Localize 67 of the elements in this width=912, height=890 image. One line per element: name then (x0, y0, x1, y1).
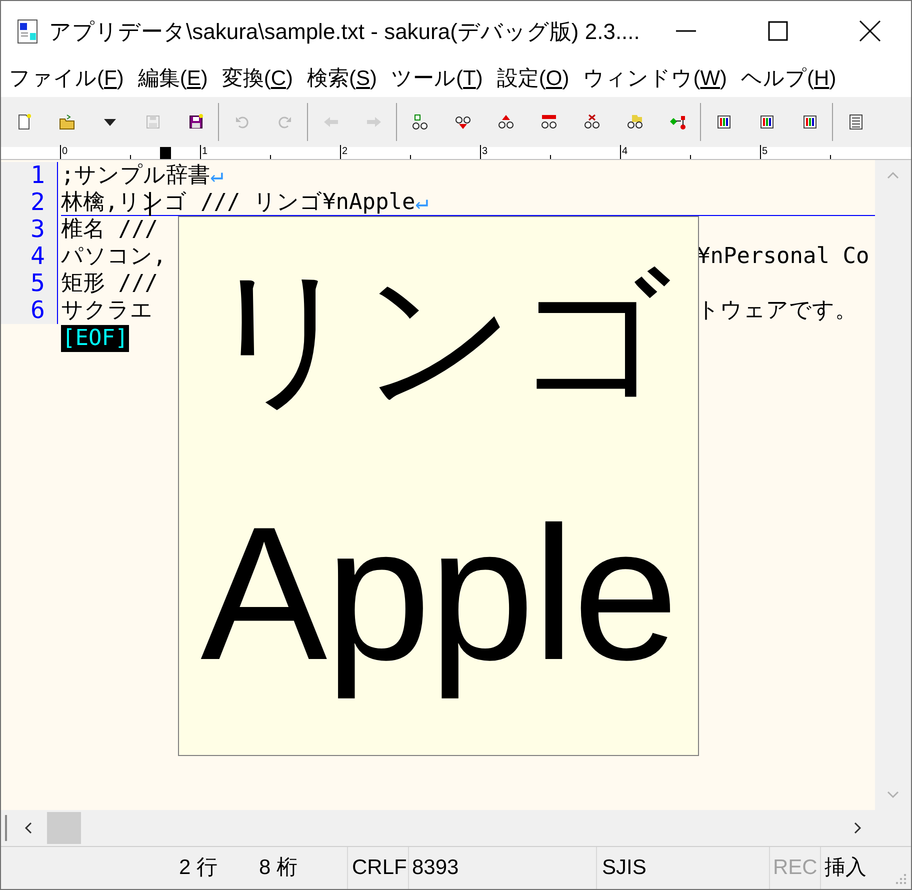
menu-item[interactable]: ウィンドウ(W) (583, 63, 728, 95)
menu-item[interactable]: ファイル(F) (9, 63, 124, 95)
undo-icon (234, 114, 250, 130)
floppy-icon (144, 114, 160, 130)
glasses-icon (498, 114, 514, 130)
input-mode: 挿入 (820, 847, 872, 889)
ruler-number: 0 (60, 145, 68, 159)
line-number: 5 (30, 270, 46, 297)
code-line: 椎名 /// (61, 216, 158, 243)
column-indicator: 8 桁 (259, 855, 299, 882)
line-ending: CRLF (347, 847, 408, 889)
menu-item[interactable]: 設定(O) (496, 63, 570, 95)
code-line: パソコン, (61, 243, 166, 270)
code-line: トウェアです。 (697, 297, 857, 324)
popup-reading: リンゴ (204, 261, 672, 413)
line-number: 2 (30, 189, 46, 216)
line-number: 1 (30, 162, 46, 189)
menu-item[interactable]: ツール(T) (391, 63, 483, 95)
glasses-icon (584, 114, 600, 130)
row-indicator: 2 行 (179, 855, 219, 882)
eof-marker: [EOF] (61, 325, 130, 352)
list-icon (848, 114, 864, 130)
arrow-left-icon (322, 114, 338, 130)
code-line: 矩形 /// (61, 270, 158, 297)
arrow-right-icon (366, 114, 382, 130)
notepad-icon (17, 18, 39, 44)
folder-icon (58, 114, 74, 130)
glasses-icon (412, 114, 428, 130)
menu-item[interactable]: ヘルプ(H) (741, 63, 836, 95)
floppy-icon (188, 114, 204, 130)
chevron-down-icon (886, 790, 900, 800)
line-number: 3 (30, 216, 46, 243)
menu-item[interactable]: 検索(S) (307, 63, 378, 95)
menu-item[interactable]: 変換(C) (222, 63, 294, 95)
encoding: SJIS (596, 847, 769, 889)
newline-mark: ↵ (415, 188, 428, 216)
ruler-number: 2 (340, 145, 348, 159)
popup-meaning: Apple (200, 487, 676, 702)
page-icon (16, 114, 32, 130)
tool-icon (758, 114, 774, 130)
tool-icon (716, 114, 732, 130)
tool-icon (802, 114, 818, 130)
scroll-thumb[interactable] (47, 812, 81, 844)
chevron-left-icon (23, 821, 33, 835)
ruler-cursor (160, 147, 171, 159)
chevron-right-icon (853, 821, 863, 835)
chevron-up-icon (886, 170, 900, 180)
line-number: 4 (30, 243, 46, 270)
ruler-number: 3 (480, 145, 488, 159)
recording-indicator: REC (769, 847, 820, 889)
char-code: 8393 (408, 847, 596, 889)
code-line: サクラエ (61, 297, 153, 324)
glasses-icon (454, 114, 470, 130)
menu-item[interactable]: 編集(E) (138, 63, 208, 95)
ruler-number: 1 (200, 145, 208, 159)
diagram-icon (670, 114, 686, 130)
code-line: ¥nPersonal Co (697, 243, 870, 270)
redo-icon (276, 114, 292, 130)
resize-grip-icon (893, 871, 907, 885)
glasses-icon (540, 114, 556, 130)
window-title: アプリデータ\sakura\sample.txt - sakura(デバッグ版) 2.3.... (49, 18, 640, 46)
newline-mark: ↵ (210, 162, 224, 189)
code-line: ;サンプル辞書 (61, 162, 210, 189)
glasses-icon (626, 114, 642, 130)
line-number: 6 (30, 297, 46, 324)
ruler-number: 5 (760, 145, 768, 159)
ruler-number: 4 (620, 145, 628, 159)
